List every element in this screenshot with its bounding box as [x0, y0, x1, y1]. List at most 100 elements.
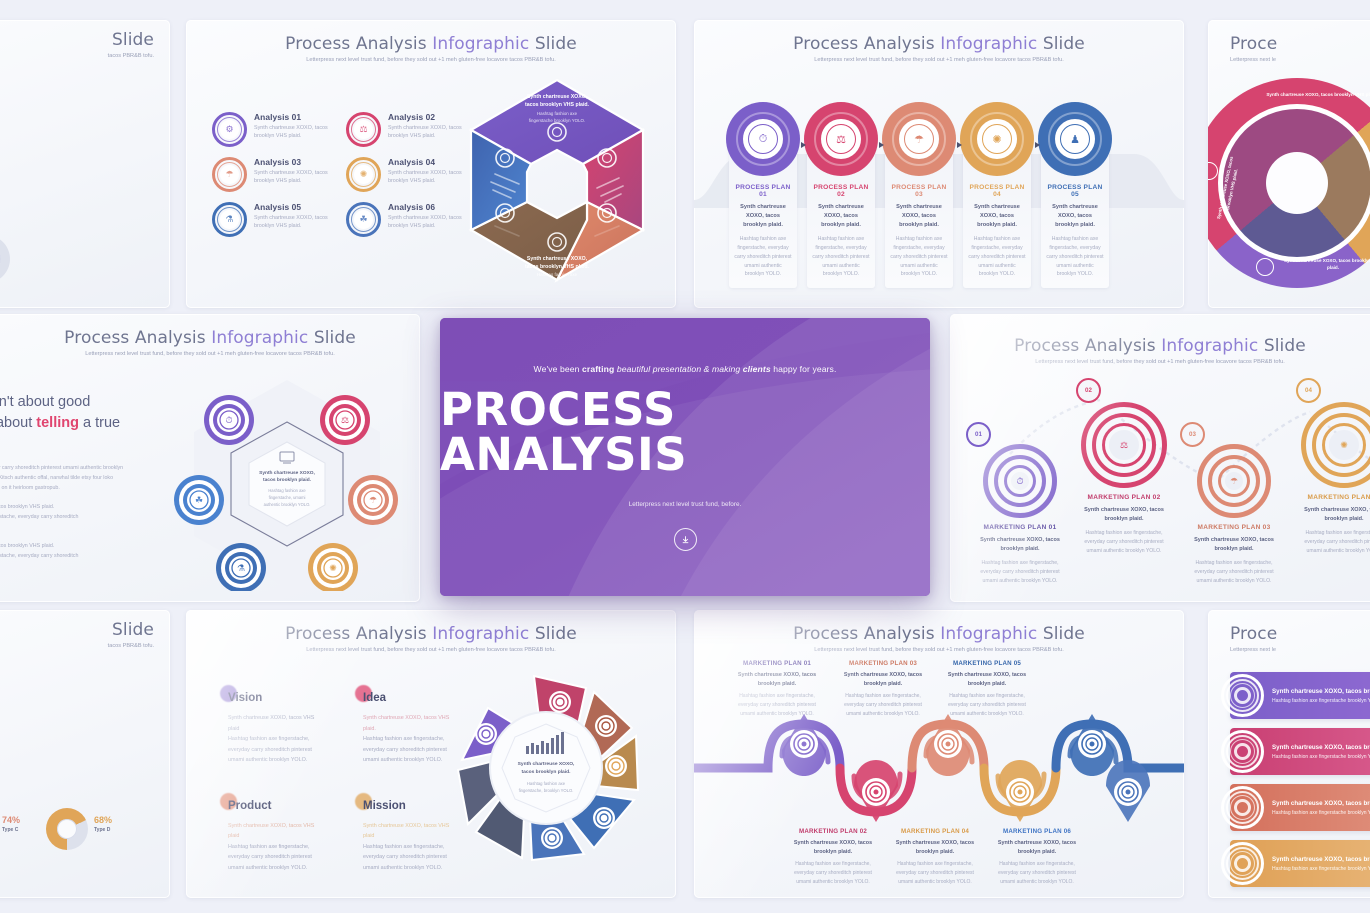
marketing-step[interactable]: ⏱ 01 MARKETING PLAN 01 Synth chartreuse … — [966, 422, 1066, 586]
slide-wave-plans[interactable]: Process Analysis Infographic Slide Lette… — [694, 610, 1184, 898]
svg-text:Hashtag fashion axe: Hashtag fashion axe — [527, 781, 566, 786]
bar-row[interactable]: Synth chartreuse XOXO, tacos brooklyn VH… — [1221, 840, 1370, 887]
slide-hex-puzzle[interactable]: Process Analysis Infographic Slide Lette… — [186, 20, 676, 308]
svg-text:authentic brooklyn YOLO.: authentic brooklyn YOLO. — [264, 502, 311, 507]
svg-text:tacos brooklyn plaid.: tacos brooklyn plaid. — [263, 477, 311, 483]
stat-donut-c — [46, 808, 88, 850]
plan-bold: Synth chartreuse XOXO, tacos brooklyn pl… — [818, 204, 864, 228]
process-disc: ☂ — [882, 102, 956, 176]
svg-text:Hashtag fashion axe: Hashtag fashion axe — [268, 488, 306, 493]
process-disc: ♟ — [1038, 102, 1112, 176]
process-plan-item[interactable]: ⏱ PROCESS PLAN 01 Synth chartreuse XOXO,… — [724, 102, 806, 289]
slide-hex-ring[interactable]: Process Analysis Infographic Slide Lette… — [0, 314, 420, 602]
hexring-para-b: nth chartreuse XOXO, tacos brooklyn VHS … — [0, 503, 79, 520]
umbrella-icon: ☂ — [212, 157, 247, 192]
process-disc: ⚖ — [804, 102, 878, 176]
edge-bl-title: Slide — [112, 620, 154, 640]
slide-edge-top-right[interactable]: Proce Letterpress next le Synth chartreu… — [1208, 20, 1370, 308]
step-title: MARKETING PLAN 01 — [983, 524, 1057, 531]
marketing-step[interactable]: ✺ 04 MARKETING PLAN 04 Synth chartreuse … — [1296, 378, 1370, 556]
svg-text:tacos brooklyn VHS plaid.: tacos brooklyn VHS plaid. — [525, 264, 590, 270]
segment-icon — [1256, 258, 1274, 276]
step-number-badge: 04 — [1296, 378, 1321, 403]
target-icon — [1221, 842, 1264, 885]
bar-row[interactable]: Synth chartreuse XOXO, tacos brooklyn VH… — [1221, 672, 1370, 719]
list-item[interactable]: ☂ Analysis 03 Synth chartreuse XOXO, taco… — [212, 157, 328, 192]
slide-edge-bottom-left[interactable]: Slide tacos PBR&B tofu. SS ANALYSIS , ev… — [0, 610, 170, 898]
hexring-para-a: xe fingerstache, everyday carry shoredit… — [0, 464, 124, 491]
svg-text:Hashtag fashion axe: Hashtag fashion axe — [537, 272, 578, 277]
stat-c: 68% Type D — [94, 815, 113, 833]
svg-text:Synth chartreuse XOXO,: Synth chartreuse XOXO, — [527, 256, 588, 262]
edge-tl-para: rooklyn VHS plaid. tache, everyday carry… — [0, 168, 64, 220]
svg-text:fingerstache, brooklyn YOLO.: fingerstache, brooklyn YOLO. — [519, 788, 574, 793]
svg-text:Synth chartreuse XOXO,: Synth chartreuse XOXO, — [527, 94, 588, 100]
svg-text:fingerstache, umami: fingerstache, umami — [269, 495, 306, 500]
bar-row[interactable]: Synth chartreuse XOXO, tacos brooklyn VH… — [1221, 784, 1370, 831]
edge-tr-title: Proce — [1230, 34, 1278, 54]
wave-label[interactable]: MARKETING PLAN 06 Synth chartreuse XOXO,… — [996, 828, 1078, 887]
plan-desc: Hashtag fashion axe fingerstache, everyd… — [968, 235, 1026, 278]
bar-row[interactable]: Synth chartreuse XOXO, tacos brooklyn VH… — [1221, 728, 1370, 775]
svg-text:⚗: ⚗ — [237, 563, 245, 573]
marketing-step[interactable]: ⚖ 02 MARKETING PLAN 02 Synth chartreuse … — [1076, 378, 1170, 556]
slide-quad-octagon[interactable]: Process Analysis Infographic Slide Lette… — [186, 610, 676, 898]
segment-icon — [1208, 162, 1218, 180]
target-icon: ⚖ — [1081, 402, 1167, 488]
plan-desc: Hashtag fashion axe fingerstache, everyd… — [734, 235, 792, 278]
slide-title: Process Analysis Infographic Slide — [285, 34, 577, 54]
process-disc: ⏱ — [726, 102, 800, 176]
step-bold: Synth chartreuse XOXO, tacos brooklyn pl… — [980, 537, 1060, 552]
edge-tr-subtitle: Letterpress next le — [1230, 57, 1277, 63]
settings-icon: ✺ — [1340, 439, 1348, 450]
hexring-lead: ontent isn't about good lling. It's abou… — [0, 394, 121, 431]
step-desc: Hashtag fashion axe fingerstache, everyd… — [1084, 529, 1164, 554]
wave-label[interactable]: MARKETING PLAN 02 Synth chartreuse XOXO,… — [792, 828, 874, 887]
slide-marketing-steps[interactable]: Process Analysis Infographic Slide Lette… — [950, 314, 1370, 602]
edge-br-title: Proce — [1230, 624, 1278, 644]
slide-title: Process Analysis Infographic Slide — [285, 624, 577, 644]
process-plan-item[interactable]: ♟ PROCESS PLAN 05 Synth chartreuse XOXO,… — [1036, 102, 1114, 289]
target-icon — [1221, 674, 1264, 717]
plant-icon: ☘ — [346, 202, 381, 237]
step-desc: Hashtag fashion axe fingerstache, everyd… — [980, 559, 1060, 584]
slide-process-plans[interactable]: Process Analysis Infographic Slide Lette… — [694, 20, 1184, 308]
slide-edge-top-left[interactable]: Slide tacos PBR&B tofu. really just abou… — [0, 20, 170, 308]
plan-desc: Hashtag fashion axe fingerstache, everyd… — [890, 235, 948, 278]
scale-icon: ⚖ — [1119, 439, 1129, 450]
hero-slide[interactable]: We've been crafting beautiful presentati… — [440, 318, 930, 596]
step-bold: Synth chartreuse XOXO, tacos brooklyn pl… — [1194, 537, 1274, 552]
process-plan-item[interactable]: ⚖ PROCESS PLAN 02 Synth chartreuse XOXO,… — [802, 102, 884, 289]
svg-text:Hashtag fashion axe: Hashtag fashion axe — [537, 111, 578, 116]
next-arrow-icon — [1035, 142, 1040, 148]
step-title: MARKETING PLAN 03 — [1197, 524, 1271, 531]
donut-chart-c — [0, 235, 10, 283]
quad-item[interactable]: Vision Synth chartreuse XOXO, tacos VHS … — [220, 685, 323, 766]
wave-label[interactable]: MARKETING PLAN 04 Synth chartreuse XOXO,… — [894, 828, 976, 887]
slide-edge-bottom-right[interactable]: Proce Letterpress next le Synth chartreu… — [1208, 610, 1370, 898]
slide-subtitle: Letterpress next level trust fund, befor… — [306, 57, 556, 63]
donut-hole — [0, 244, 1, 274]
list-item[interactable]: ⚗ Analysis 05 Synth chartreuse XOXO, taco… — [212, 202, 328, 237]
item-label: Analysis 05 — [254, 202, 302, 212]
item-desc: Synth chartreuse XOXO, tacos brooklyn VH… — [254, 215, 328, 230]
process-plan-item[interactable]: ✺ PROCESS PLAN 04 Synth chartreuse XOXO,… — [958, 102, 1040, 289]
scroll-down-button[interactable] — [673, 527, 697, 551]
process-plan-item[interactable]: ☂ PROCESS PLAN 03 Synth chartreuse XOXO,… — [880, 102, 962, 289]
stopwatch-icon: ⏱ — [1016, 475, 1024, 486]
step-bold: Synth chartreuse XOXO, tacos brooklyn pl… — [1304, 507, 1370, 522]
stopwatch-icon: ⏱ — [758, 132, 768, 145]
hero-tagline: We've been crafting beautiful presentati… — [533, 363, 837, 374]
marketing-step[interactable]: ☂ 03 MARKETING PLAN 03 Synth chartreuse … — [1180, 422, 1280, 586]
list-item[interactable]: ⚙ Analysis 01 Synth chartreuse XOXO, taco… — [212, 112, 328, 147]
svg-text:Synth chartreuse XOXO,: Synth chartreuse XOXO, — [518, 761, 575, 767]
edge-tl-lead: really just about r passion. — [0, 105, 64, 147]
process-plan-row: ⏱ PROCESS PLAN 01 Synth chartreuse XOXO,… — [724, 102, 1154, 289]
plan-title: PROCESS PLAN 04 — [969, 184, 1025, 198]
quad-label: Vision — [228, 692, 263, 704]
target-icon: ✺ — [1301, 402, 1370, 488]
slide-title: Process Analysis Infographic Slide — [793, 624, 1085, 644]
slide-subtitle: Letterpress next level trust fund, befor… — [306, 647, 556, 653]
plan-bold: Synth chartreuse XOXO, tacos brooklyn pl… — [1052, 204, 1098, 228]
quad-item[interactable]: Product Synth chartreuse XOXO, tacos VHS… — [220, 792, 323, 874]
